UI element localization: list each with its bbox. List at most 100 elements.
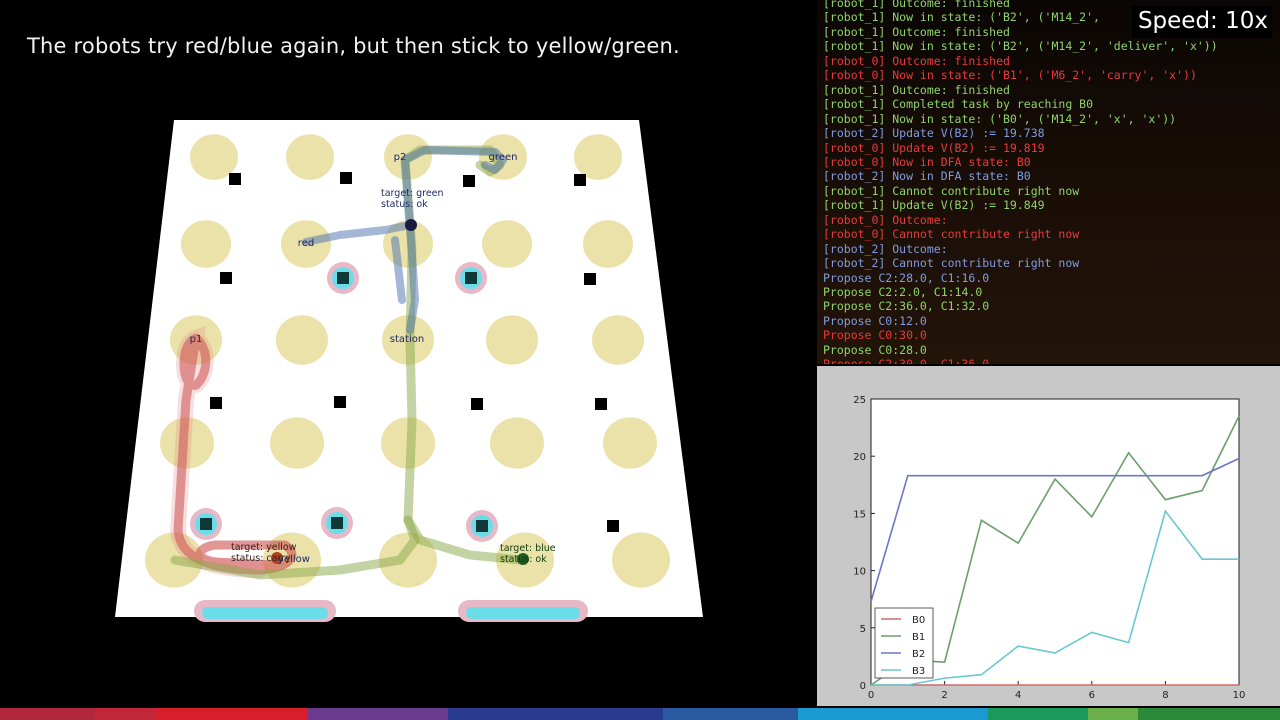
obstacle bbox=[471, 398, 483, 410]
console-log: [robot_1] Outcome: finished [robot_1] Now… bbox=[817, 0, 1280, 364]
color-strip bbox=[0, 708, 1280, 720]
waypoint-label-red: red bbox=[298, 238, 314, 249]
floor-zone bbox=[276, 315, 328, 365]
console-line: [robot_1] Cannot contribute right now bbox=[823, 183, 1080, 198]
floor-zone bbox=[190, 134, 238, 180]
floor-zone bbox=[286, 134, 334, 180]
legend-label: B3 bbox=[912, 666, 925, 677]
floor-zone bbox=[592, 315, 644, 365]
simulation-view: p2 greenredp1 stationyellow target: greens… bbox=[115, 120, 703, 622]
obstacle bbox=[337, 272, 349, 284]
console-line: Propose C0:12.0 bbox=[823, 313, 927, 328]
obstacle bbox=[334, 396, 346, 408]
y-tick-label: 5 bbox=[860, 624, 866, 635]
robot-status-label: status: ok bbox=[381, 199, 428, 210]
obstacle bbox=[584, 273, 596, 285]
value-plot: 0 2 4 6 8 10 0 5 10 15 20 25 B0 B1 B2 B3 bbox=[853, 395, 1246, 701]
obstacle bbox=[210, 397, 222, 409]
console-line: [robot_2] Cannot contribute right now bbox=[823, 256, 1080, 271]
waypoint-label-p1: p1 bbox=[190, 334, 203, 345]
strip-segment bbox=[988, 708, 1088, 720]
legend-label: B0 bbox=[912, 615, 925, 626]
floor-zone bbox=[482, 220, 532, 268]
x-tick-label: 2 bbox=[941, 690, 947, 701]
floor-zone bbox=[612, 532, 670, 588]
obstacle bbox=[229, 173, 241, 185]
robot-status-label: status: ok bbox=[500, 554, 547, 565]
obstacle bbox=[340, 172, 352, 184]
strip-segment bbox=[95, 708, 155, 720]
y-tick-label: 25 bbox=[853, 395, 866, 406]
strip-segment bbox=[663, 708, 798, 720]
floor-zone bbox=[486, 315, 538, 365]
console-line: Propose C2:2.0, C1:14.0 bbox=[823, 285, 983, 299]
floor-zone bbox=[583, 220, 633, 268]
floor-zone bbox=[603, 417, 657, 469]
robot-target-label: target: yellow bbox=[231, 542, 297, 553]
console-line: [robot_1] Now in state: ('B0', ('M14_2',… bbox=[823, 111, 1177, 126]
obstacle bbox=[465, 272, 477, 284]
x-tick-label: 0 bbox=[868, 690, 874, 701]
floor-zone bbox=[574, 134, 622, 180]
strip-segment bbox=[448, 708, 663, 720]
console-line: Propose C0:30.0 bbox=[823, 328, 927, 343]
robot-target-label: target: blue bbox=[500, 543, 556, 554]
console-line: [robot_0] Now in DFA state: B0 bbox=[823, 154, 1031, 169]
y-tick-label: 20 bbox=[853, 452, 866, 463]
obstacle bbox=[200, 518, 212, 530]
console-line: [robot_1] Outcome: finished bbox=[823, 0, 1010, 10]
obstacle bbox=[476, 520, 488, 532]
obstacle bbox=[595, 398, 607, 410]
x-tick-label: 4 bbox=[1015, 690, 1021, 701]
dock-pad bbox=[202, 607, 328, 619]
y-tick-label: 10 bbox=[853, 567, 866, 578]
strip-segment bbox=[1138, 708, 1280, 720]
console-line: [robot_0] Update V(B2) := 19.819 bbox=[823, 140, 1045, 155]
strip-segment bbox=[308, 708, 448, 720]
console-line: [robot_1] Outcome: finished bbox=[823, 24, 1010, 39]
console-line: [robot_1] Outcome: finished bbox=[823, 82, 1010, 97]
obstacle bbox=[463, 175, 475, 187]
floor-zone bbox=[181, 220, 231, 268]
obstacle bbox=[574, 174, 586, 186]
waypoint-label-p2: p2 bbox=[394, 152, 407, 163]
console-line: [robot_0] Outcome: bbox=[823, 212, 948, 227]
robot-status-label: status: carry bbox=[231, 553, 291, 564]
legend-label: B1 bbox=[912, 632, 925, 643]
console-line: [robot_0] Now in state: ('B1', ('M6_2', … bbox=[823, 68, 1197, 83]
waypoint-label-station: station bbox=[390, 334, 424, 345]
console-line: Propose C2:28.0, C1:16.0 bbox=[823, 270, 990, 285]
waypoint-label-green: green bbox=[489, 152, 518, 163]
console-line: [robot_1] Update V(B2) := 19.849 bbox=[823, 198, 1045, 213]
console-line: [robot_1] Now in state: ('B2', ('M14_2', bbox=[823, 10, 1100, 25]
console-line: [robot_2] Update V(B2) := 19.738 bbox=[823, 126, 1045, 141]
console-line: [robot_1] Completed task by reaching B0 bbox=[823, 97, 1094, 112]
obstacle bbox=[220, 272, 232, 284]
console-line: Propose C2:30.0, C1:36.0 bbox=[823, 357, 989, 364]
value-plot-panel: 0 2 4 6 8 10 0 5 10 15 20 25 B0 B1 B2 B3 bbox=[817, 366, 1280, 706]
y-tick-label: 0 bbox=[860, 681, 866, 692]
strip-segment bbox=[798, 708, 988, 720]
floor-zone bbox=[490, 417, 544, 469]
console-line: [robot_2] Outcome: bbox=[823, 241, 948, 256]
legend-label: B2 bbox=[912, 649, 925, 660]
x-tick-label: 8 bbox=[1162, 690, 1168, 701]
x-tick-label: 6 bbox=[1089, 690, 1095, 701]
console-line: [robot_0] Cannot contribute right now bbox=[823, 227, 1080, 242]
obstacle bbox=[331, 517, 343, 529]
robot-2-marker[interactable] bbox=[405, 219, 417, 231]
dock-pad bbox=[466, 607, 580, 619]
console-line: [robot_1] Now in state: ('B2', ('M14_2',… bbox=[823, 39, 1218, 54]
speed-badge: Speed: 10x bbox=[1131, 6, 1272, 38]
x-tick-label: 10 bbox=[1233, 690, 1246, 701]
obstacle bbox=[607, 520, 619, 532]
y-tick-label: 15 bbox=[853, 509, 866, 520]
console-line: [robot_2] Now in DFA state: B0 bbox=[823, 169, 1031, 184]
strip-segment bbox=[155, 708, 308, 720]
console-line: [robot_0] Outcome: finished bbox=[823, 53, 1010, 68]
strip-segment bbox=[0, 708, 95, 720]
robot-target-label: target: green bbox=[381, 188, 444, 199]
console-line: Propose C0:28.0 bbox=[823, 342, 927, 357]
floor-zone bbox=[270, 417, 324, 469]
console-line: Propose C2:36.0, C1:32.0 bbox=[823, 299, 990, 314]
